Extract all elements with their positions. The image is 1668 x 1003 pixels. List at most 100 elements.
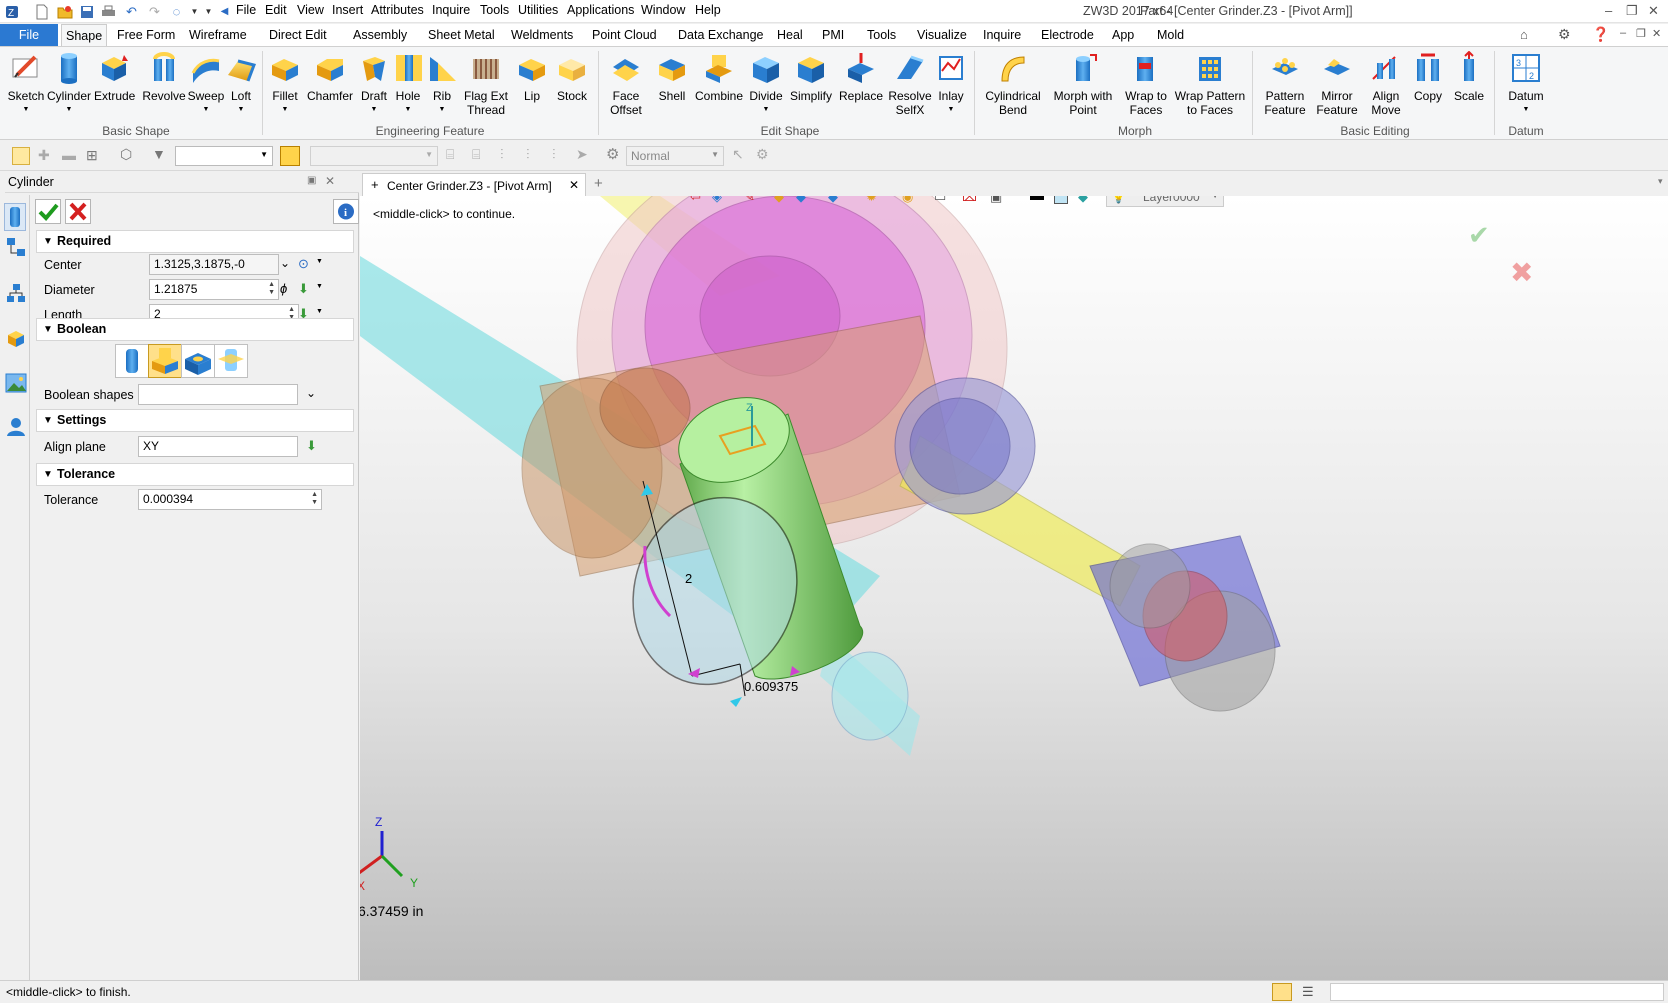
menu-attributes[interactable]: Attributes — [371, 3, 424, 17]
boolean-shapes-input[interactable] — [138, 384, 298, 405]
resolve-selfx-button[interactable]: Resolve SelfX — [888, 51, 932, 117]
tab-data-exchange[interactable]: Data Exchange — [674, 24, 767, 46]
tool-icon[interactable]: ⫶ — [552, 146, 556, 163]
print-icon[interactable] — [100, 3, 117, 20]
shape-select-icon[interactable]: ⬡ — [120, 146, 132, 163]
tab-mold[interactable]: Mold — [1153, 24, 1188, 46]
restore-icon[interactable]: ❐ — [1626, 3, 1638, 19]
render-icon[interactable]: ✹ — [866, 196, 877, 205]
reject-icon[interactable]: ✖ — [1510, 256, 1533, 289]
filter-icon[interactable]: ⊞ — [86, 147, 98, 164]
history-tree-icon[interactable] — [6, 237, 26, 260]
green-arrow-icon[interactable]: ⬇ — [306, 438, 317, 454]
status-toggle-icon[interactable] — [1272, 983, 1292, 1001]
close-icon[interactable]: ✕ — [1652, 27, 1661, 40]
view-cube-icon[interactable]: ◆ — [796, 196, 806, 205]
tab-sheet-metal[interactable]: Sheet Metal — [424, 24, 499, 46]
section-tolerance[interactable]: ▼ Tolerance — [36, 463, 354, 486]
pointer-icon[interactable]: ↖ — [732, 146, 744, 163]
menu-edit[interactable]: Edit — [265, 3, 287, 17]
ok-button[interactable] — [35, 199, 61, 224]
extrude-button[interactable]: Extrude — [94, 51, 135, 103]
rib-button[interactable]: Rib ▼ — [426, 51, 458, 117]
tab-tools[interactable]: Tools — [863, 24, 900, 46]
image-icon[interactable] — [5, 373, 27, 396]
sketch-button[interactable]: Sketch ▼ — [6, 51, 46, 117]
close-tab-icon[interactable]: ✕ — [569, 178, 579, 192]
tab-wireframe[interactable]: Wireframe — [185, 24, 251, 46]
expand-down-icon[interactable]: ⌄ — [280, 256, 290, 270]
settings-icon[interactable]: ⚙ — [756, 146, 769, 163]
display-icon[interactable]: ▣ — [990, 196, 1002, 205]
pattern-feature-button[interactable]: Pattern Feature — [1258, 51, 1312, 117]
boolean-add-button[interactable] — [148, 344, 182, 378]
tab-pmi[interactable]: PMI — [818, 24, 848, 46]
boolean-base-button[interactable] — [115, 344, 149, 378]
cancel-button[interactable] — [65, 199, 91, 224]
open-file-icon[interactable] — [56, 3, 73, 20]
tab-point-cloud[interactable]: Point Cloud — [588, 24, 661, 46]
wrap-pattern-to-faces-button[interactable]: Wrap Pattern to Faces — [1174, 51, 1246, 117]
view-icon[interactable]: ◆ — [828, 196, 838, 205]
cylinder-button[interactable]: Cylinder ▼ — [46, 51, 92, 117]
align-move-button[interactable]: Align Move — [1364, 51, 1408, 117]
spinner-icon[interactable]: ▲▼ — [311, 491, 318, 507]
chamfer-button[interactable]: Chamfer — [306, 51, 354, 103]
mirror-feature-button[interactable]: Mirror Feature — [1312, 51, 1362, 117]
assembly-tree-icon[interactable] — [6, 283, 26, 306]
datum-button[interactable]: 3 2 Datum ▼ — [1504, 51, 1548, 117]
menu-insert[interactable]: Insert — [332, 3, 363, 17]
part-icon[interactable] — [6, 329, 26, 352]
list-icon[interactable]: ☰ — [1302, 984, 1314, 1000]
inlay-button[interactable]: Inlay ▼ — [934, 51, 968, 117]
revolve-button[interactable]: Revolve — [142, 51, 186, 103]
align-plane-input[interactable]: XY — [138, 436, 298, 457]
minimize-icon[interactable]: – — [1620, 27, 1626, 39]
layer-icon[interactable]: ◆ — [1078, 196, 1088, 205]
cylinder-icon[interactable] — [4, 203, 26, 231]
cylindrical-bend-button[interactable]: Cylindrical Bend — [980, 51, 1046, 117]
section-boolean[interactable]: ▼ Boolean — [36, 318, 354, 341]
smart-pick-icon[interactable] — [280, 146, 300, 166]
sweep-button[interactable]: Sweep ▼ — [186, 51, 226, 117]
color-swatch[interactable] — [1054, 196, 1068, 204]
menu-inquire[interactable]: Inquire — [432, 3, 470, 17]
minimize-icon[interactable]: – — [1605, 3, 1612, 18]
filter-dropdown[interactable]: ▼ — [175, 146, 273, 166]
tool-icon[interactable]: ⌸ — [446, 146, 454, 163]
diameter-input[interactable]: 1.21875 ▲ ▼ — [149, 279, 279, 300]
add-icon[interactable]: ✚ — [38, 147, 50, 164]
boolean-intersect-button[interactable] — [214, 344, 248, 378]
pick-mode-icon[interactable] — [12, 147, 30, 165]
morph-with-point-button[interactable]: Morph with Point — [1050, 51, 1116, 117]
hole-button[interactable]: Hole ▼ — [392, 51, 424, 117]
lip-button[interactable]: Lip — [514, 51, 550, 103]
spinner-icon[interactable]: ▲▼ — [268, 281, 275, 297]
select-mode-icon[interactable]: ◌ — [168, 3, 185, 20]
arrow-left-icon[interactable]: ◀ — [216, 3, 233, 20]
new-tab-icon[interactable]: + — [594, 175, 603, 192]
model-graphics[interactable]: Z — [360, 196, 1668, 980]
green-arrow-icon[interactable]: ⬇ — [298, 281, 309, 297]
shell-button[interactable]: Shell — [652, 51, 692, 103]
tab-direct-edit[interactable]: Direct Edit — [265, 24, 331, 46]
menu-window[interactable]: Window — [641, 3, 685, 17]
chevron-down-icon[interactable]: ▼ — [200, 3, 217, 20]
divide-button[interactable]: Divide ▼ — [746, 51, 786, 117]
command-input[interactable] — [1330, 983, 1664, 1001]
menu-view[interactable]: View — [297, 3, 324, 17]
chevron-down-icon[interactable]: ▼ — [316, 283, 323, 290]
lighting-icon[interactable]: ◉ — [902, 196, 913, 205]
chevron-down-icon[interactable]: ▼ — [316, 308, 323, 315]
point-pick-icon[interactable]: ⊙ — [298, 256, 309, 272]
loft-button[interactable]: Loft ▼ — [224, 51, 258, 117]
center-input[interactable]: 1.3125,3.1875,-0 — [149, 254, 279, 275]
fillet-button[interactable]: Fillet ▼ — [266, 51, 304, 117]
menu-file[interactable]: File — [236, 3, 256, 17]
gear-icon[interactable]: ⚙ — [1558, 26, 1571, 43]
remove-icon[interactable]: ▬ — [62, 147, 76, 163]
face-offset-button[interactable]: Face Offset — [604, 51, 648, 117]
tab-assembly[interactable]: Assembly — [349, 24, 411, 46]
wrap-to-faces-button[interactable]: Wrap to Faces — [1118, 51, 1174, 117]
menu-utilities[interactable]: Utilities — [518, 3, 558, 17]
